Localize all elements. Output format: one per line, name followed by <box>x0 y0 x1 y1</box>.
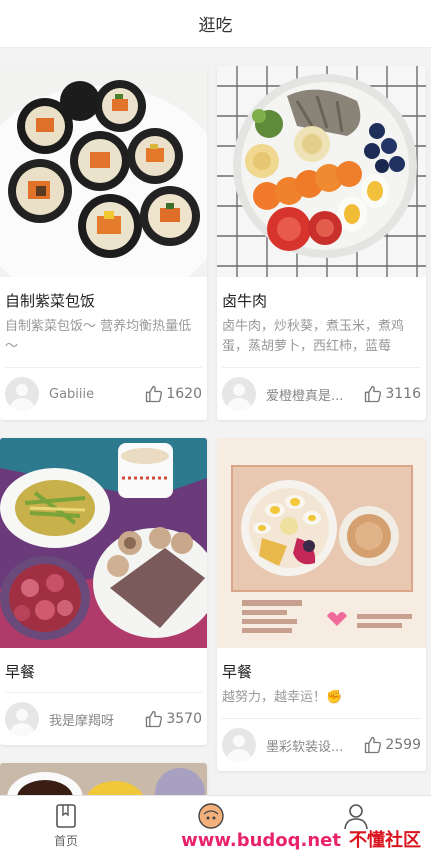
card-footer: 我是摩羯呀 3570 <box>0 693 207 745</box>
breakfast-photo <box>0 438 207 648</box>
top-bar: 逛吃 <box>0 0 431 48</box>
thumbs-up-icon <box>146 710 163 728</box>
breakfast-collage-photo <box>217 438 426 648</box>
like-count: 1620 <box>166 386 202 402</box>
like-count: 3570 <box>166 711 202 727</box>
recipe-photo[interactable] <box>217 438 426 648</box>
bottom-tab-bar: 首页 www.budoq.net 不懂社区 <box>0 795 431 860</box>
thumbs-up-icon <box>365 736 382 754</box>
thumbs-up-icon <box>365 385 382 403</box>
recipe-card[interactable] <box>0 763 207 795</box>
page-title: 逛吃 <box>198 16 233 36</box>
recipe-description: 自制紫菜包饭～ 营养均衡热量低～ <box>5 319 192 354</box>
tab-home-label: 首页 <box>53 834 78 848</box>
feed-column-right: 卤牛肉 卤牛肉，炒秋葵，煮玉米，煮鸡蛋，蒸胡萝卜，西红柿，蓝莓 爱橙橙真是...… <box>217 66 426 789</box>
watermark-site-name: 不懂社区 <box>349 830 421 851</box>
recipe-card[interactable]: 卤牛肉 卤牛肉，炒秋葵，煮玉米，煮鸡蛋，蒸胡萝卜，西红柿，蓝莓 爱橙橙真是...… <box>217 66 426 420</box>
recipe-title: 自制紫菜包饭 <box>5 292 96 310</box>
like-button[interactable]: 1620 <box>144 384 202 404</box>
kimbap-photo <box>0 66 207 277</box>
recipe-card[interactable]: 早餐 越努力，越幸运！✊ 墨彩软装设... 2599 <box>217 438 426 771</box>
avatar[interactable] <box>5 702 39 736</box>
card-footer: Gabiiie 1620 <box>0 368 207 420</box>
watermark-url: www.budoq.net <box>181 830 341 851</box>
like-count: 3116 <box>385 386 421 402</box>
recipe-card[interactable]: 自制紫菜包饭 自制紫菜包饭～ 营养均衡热量低～ Gabiiie 1620 <box>0 66 207 420</box>
recipe-title: 早餐 <box>222 663 253 681</box>
recipe-photo[interactable] <box>0 66 207 277</box>
recipe-photo[interactable] <box>0 438 207 648</box>
like-button[interactable]: 2599 <box>363 735 421 755</box>
avatar[interactable] <box>5 377 39 411</box>
avatar[interactable] <box>222 728 256 762</box>
recipe-feed[interactable]: 自制紫菜包饭 自制紫菜包饭～ 营养均衡热量低～ Gabiiie 1620 早餐 … <box>0 48 431 795</box>
author-name[interactable]: 爱橙橙真是... <box>266 385 357 404</box>
avatar[interactable] <box>222 377 256 411</box>
recipe-title: 卤牛肉 <box>222 292 268 310</box>
like-button[interactable]: 3116 <box>363 384 421 404</box>
food-photo <box>0 763 207 795</box>
author-name[interactable]: 我是摩羯呀 <box>49 710 138 729</box>
card-footer: 爱橙橙真是... 3116 <box>217 368 426 420</box>
thumbs-up-icon <box>146 385 163 403</box>
watermark: www.budoq.net 不懂社区 <box>181 826 421 852</box>
recipe-title: 早餐 <box>5 663 36 681</box>
recipe-card[interactable]: 早餐 我是摩羯呀 3570 <box>0 438 207 745</box>
recipe-photo[interactable] <box>0 763 207 795</box>
like-count: 2599 <box>385 737 421 753</box>
beef-plate-photo <box>217 66 426 277</box>
recipe-description: 越努力，越幸运！✊ <box>222 690 343 705</box>
author-name[interactable]: 墨彩软装设... <box>266 736 357 755</box>
author-name[interactable]: Gabiiie <box>49 387 138 402</box>
like-button[interactable]: 3570 <box>144 709 202 729</box>
feed-column-left: 自制紫菜包饭 自制紫菜包饭～ 营养均衡热量低～ Gabiiie 1620 早餐 … <box>0 66 207 795</box>
recipe-photo[interactable] <box>217 66 426 277</box>
tab-home[interactable]: 首页 <box>36 802 96 849</box>
card-footer: 墨彩软装设... 2599 <box>217 719 426 771</box>
book-icon <box>56 804 76 828</box>
recipe-description: 卤牛肉，炒秋葵，煮玉米，煮鸡蛋，蒸胡萝卜，西红柿，蓝莓 <box>222 319 405 354</box>
